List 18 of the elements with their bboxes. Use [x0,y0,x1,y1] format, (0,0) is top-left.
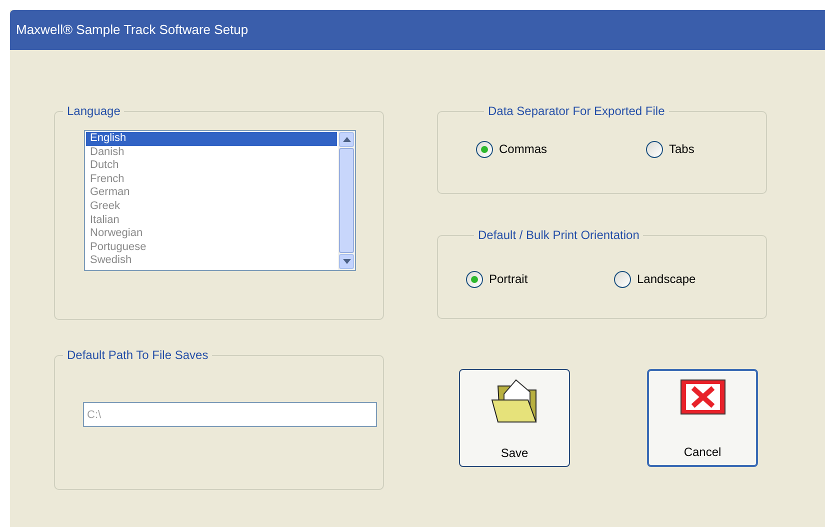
group-title: Default / Bulk Print Orientation [477,227,640,244]
radio-label: Tabs [669,141,694,158]
radio-label: Portrait [489,271,528,288]
scroll-up-icon [342,137,350,142]
save-button[interactable]: Save [459,369,570,467]
radio-label: Commas [499,141,548,158]
cancel-button[interactable]: Cancel [647,369,758,467]
radio-button[interactable] [466,270,483,288]
close-icon [680,379,726,415]
window-title: Maxwell® Sample Track Software Setup [16,21,248,40]
radio-label: Landscape [637,271,696,288]
group-title: Default Path To File Saves [66,347,210,364]
radio-button[interactable] [476,140,493,158]
scroll-down-icon [342,259,350,264]
group-title: Language [66,103,122,120]
radio-button[interactable] [646,140,663,158]
radio-button[interactable] [614,270,631,288]
group-title: Data Separator For Exported File [487,103,666,120]
